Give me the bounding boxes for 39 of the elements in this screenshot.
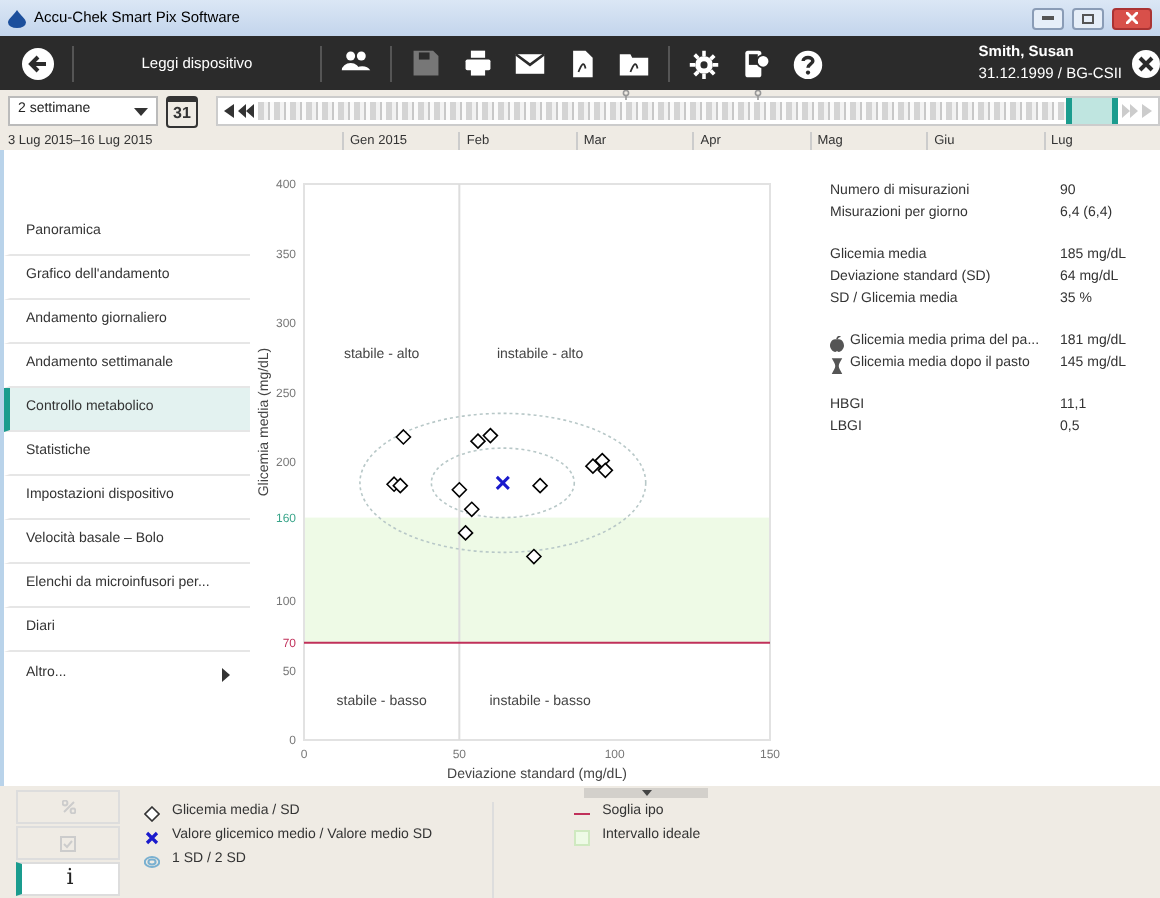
- rewind-icon[interactable]: [238, 104, 254, 118]
- data-point: [531, 477, 549, 494]
- pin-icon: [753, 90, 762, 100]
- caret-icon: [222, 667, 230, 681]
- data-point: [597, 462, 614, 479]
- cross-icon: [144, 829, 160, 845]
- caret-icon: [641, 790, 651, 796]
- close-icon: [1126, 12, 1138, 24]
- data-point: [584, 458, 602, 475]
- data-point: [469, 433, 487, 450]
- step-back-icon[interactable]: [224, 104, 234, 118]
- close-button[interactable]: [1112, 7, 1152, 29]
- minimize-button[interactable]: [1032, 7, 1064, 29]
- scroll-handle[interactable]: [584, 788, 708, 798]
- pin-icon: [622, 90, 631, 100]
- diamond-icon: [144, 805, 160, 821]
- data-point: [451, 481, 468, 498]
- calendar-button[interactable]: 31: [166, 95, 198, 127]
- settings-icon: [688, 47, 720, 79]
- app-logo-icon: [8, 9, 26, 27]
- data-point: [457, 524, 474, 542]
- ellipse-icon: [144, 853, 160, 869]
- data-point: [482, 427, 499, 444]
- data-point: [392, 477, 409, 494]
- square-icon: [574, 829, 591, 845]
- data-point: [395, 428, 412, 446]
- data-point: [525, 548, 543, 565]
- printer-icon: [462, 47, 494, 79]
- help-icon: [792, 47, 824, 79]
- mean-marker: [495, 475, 511, 491]
- minimize-icon: [1042, 16, 1054, 20]
- caret-icon: [134, 107, 148, 115]
- apple-icon: [830, 335, 844, 351]
- percent-icon: [61, 800, 75, 814]
- maximize-button[interactable]: [1072, 7, 1104, 29]
- maximize-icon: [1082, 13, 1094, 23]
- checklist-tab[interactable]: [16, 826, 120, 860]
- checkbox-icon: [60, 835, 76, 851]
- info-tab[interactable]: i: [16, 862, 120, 896]
